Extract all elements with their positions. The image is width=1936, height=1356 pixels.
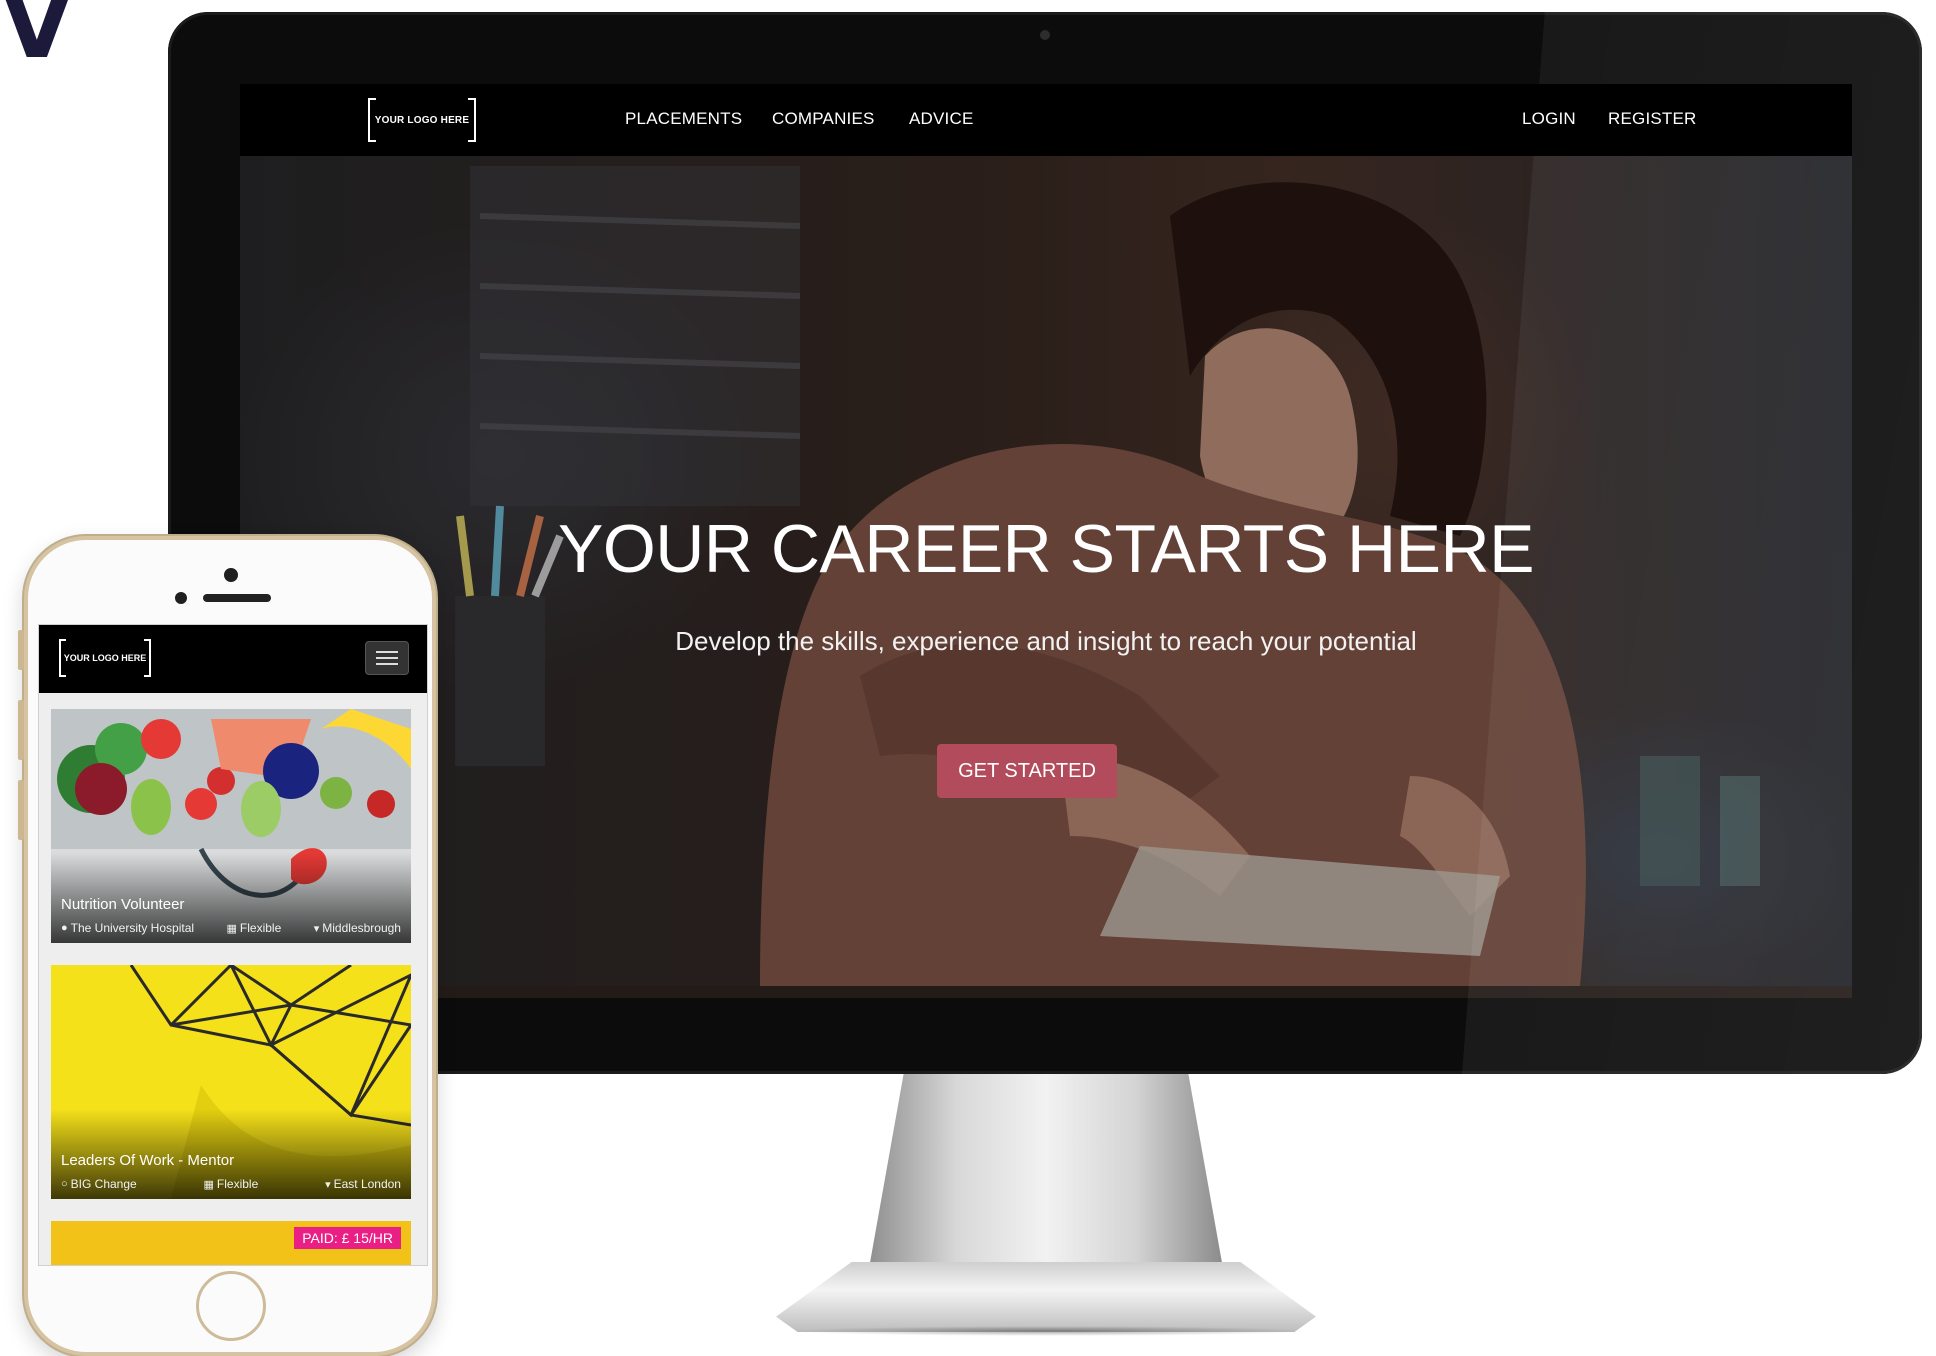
card-meta: ● The University Hospital ▦ Flexible ▾ M… [61,921,401,935]
card-location-label: Middlesbrough [322,921,401,935]
nav-register[interactable]: REGISTER [1608,109,1697,129]
card-schedule-label: Flexible [216,1177,259,1191]
monitor-stand-base [776,1262,1316,1332]
card-schedule: ▦ Flexible [227,921,282,935]
placement-card[interactable]: Nutrition Volunteer ● The University Hos… [51,709,411,943]
map-marker-icon: ▾ [313,922,320,935]
site-navbar: YOUR LOGO HERE PLACEMENTS COMPANIES ADVI… [240,84,1852,156]
paid-badge: PAID: £ 15/HR [294,1227,401,1249]
desktop-screen: YOUR CAREER STARTS HERE Develop the skil… [240,84,1852,998]
phone-side-button [18,630,24,670]
hero-section: YOUR CAREER STARTS HERE Develop the skil… [240,156,1852,986]
card-company-label: BIG Change [70,1177,137,1191]
front-camera-icon [224,568,238,582]
card-location-label: East London [333,1177,401,1191]
card-company-label: The University Hospital [70,921,195,935]
card-schedule: ▦ Flexible [204,1177,259,1191]
phone-volume-up-button [18,700,24,760]
card-company: ● The University Hospital [61,921,194,935]
earpiece-speaker [203,594,271,602]
nav-companies[interactable]: COMPANIES [772,109,875,129]
card-location: ▾ Middlesbrough [314,921,401,935]
mobile-logo[interactable]: YOUR LOGO HERE [59,639,151,677]
monitor-stand-neck [868,1074,1224,1274]
placement-card-partial[interactable]: PAID: £ 15/HR [51,1221,411,1265]
mobile-phone: YOUR LOGO HERE Nutrition Volunteer ● The… [18,536,436,1356]
get-started-button[interactable]: GET STARTED [937,744,1117,798]
home-button[interactable] [196,1271,266,1341]
nav-advice[interactable]: ADVICE [909,109,974,129]
hero-title: YOUR CAREER STARTS HERE [558,511,1534,587]
hamburger-menu-icon[interactable] [365,641,409,675]
placement-card[interactable]: Leaders Of Work - Mentor ○ BIG Change ▦ … [51,965,411,1199]
card-schedule-label: Flexible [239,921,282,935]
monitor-stand-shadow [790,1326,1310,1336]
card-location: ▾ East London [325,1177,401,1191]
site-logo[interactable]: YOUR LOGO HERE [368,98,476,142]
calendar-icon: ▦ [226,922,237,935]
map-marker-icon: ▾ [325,1178,331,1191]
nav-placements[interactable]: PLACEMENTS [625,109,742,129]
mobile-navbar: YOUR LOGO HERE [39,625,427,693]
nav-login[interactable]: LOGIN [1522,109,1576,129]
calendar-icon: ▦ [203,1178,214,1191]
camera-icon [1040,30,1050,40]
card-meta: ○ BIG Change ▦ Flexible ▾ East London [61,1177,401,1191]
proximity-sensor-icon [175,592,187,604]
user-circle-icon: ● [61,922,68,934]
corner-glyph: V [2,0,72,79]
card-company: ○ BIG Change [61,1177,137,1191]
info-circle-icon: ○ [61,1178,68,1190]
mobile-screen: YOUR LOGO HERE Nutrition Volunteer ● The… [38,624,428,1266]
card-title: Nutrition Volunteer [61,896,185,913]
card-title: Leaders Of Work - Mentor [61,1152,235,1169]
phone-volume-down-button [18,780,24,840]
hero-subtitle: Develop the skills, experience and insig… [675,626,1417,656]
